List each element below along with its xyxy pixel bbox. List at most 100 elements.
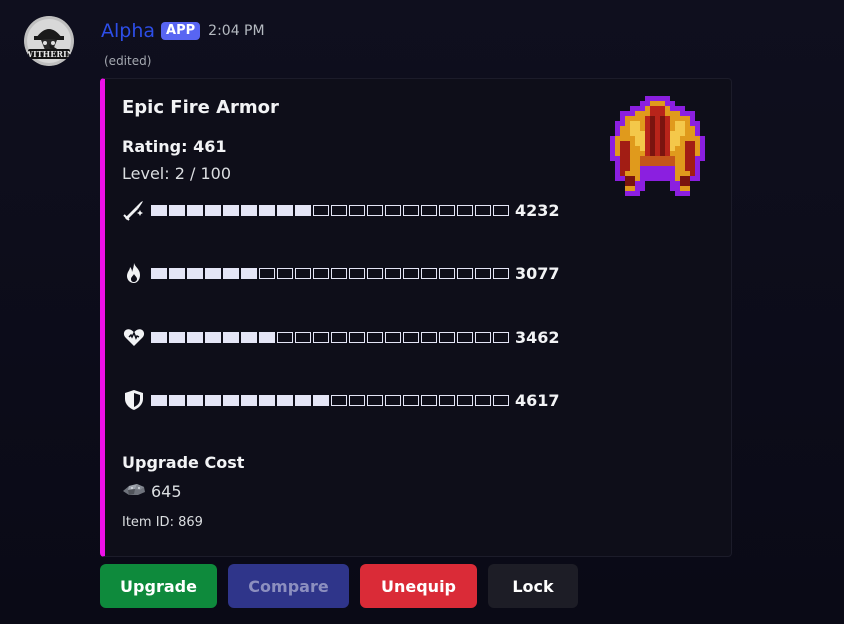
bar-segment-empty: [457, 331, 473, 343]
upgrade-cost-title: Upgrade Cost: [122, 453, 245, 472]
bar-segment-empty: [331, 204, 347, 216]
chat-message: WITHERIN Alpha APP 2:04 PM (edited) Epic…: [0, 0, 844, 624]
bar-segment-filled: [151, 204, 167, 216]
unequip-button[interactable]: Unequip: [360, 564, 477, 608]
bar-segment-empty: [457, 267, 473, 279]
upgrade-button[interactable]: Upgrade: [100, 564, 217, 608]
bar-segment-empty: [457, 204, 473, 216]
action-row: Upgrade Compare Unequip Lock: [100, 564, 578, 608]
bar-segment-empty: [367, 267, 383, 279]
bar-segment-empty: [439, 267, 455, 279]
author-name[interactable]: Alpha: [101, 20, 155, 42]
bar-segment-empty: [331, 331, 347, 343]
bar-segment-filled: [241, 394, 257, 406]
stat-row-defense: 4617: [121, 387, 560, 413]
stat-value: 3462: [515, 327, 560, 347]
bar-segment-filled: [169, 394, 185, 406]
heart-icon: [121, 324, 147, 350]
bar-segment-filled: [205, 331, 221, 343]
bar-segment-filled: [241, 204, 257, 216]
bar-segment-empty: [475, 204, 491, 216]
embed-title: Epic Fire Armor: [122, 97, 279, 118]
bar-segment-empty: [259, 267, 275, 279]
stat-value: 4617: [515, 390, 560, 410]
bar-segment-empty: [277, 267, 293, 279]
fire-icon: [121, 260, 147, 286]
compare-button[interactable]: Compare: [228, 564, 349, 608]
bar-segment-filled: [169, 204, 185, 216]
bar-segment-empty: [403, 204, 419, 216]
bar-segment-filled: [205, 204, 221, 216]
svg-text:WITHERIN: WITHERIN: [24, 49, 74, 59]
fire-armor-icon: [610, 96, 705, 196]
bar-segment-empty: [439, 394, 455, 406]
bar-segment-empty: [313, 204, 329, 216]
bar-segment-filled: [187, 394, 203, 406]
bar-segment-empty: [421, 331, 437, 343]
stat-bar: [151, 394, 509, 406]
bar-segment-empty: [493, 331, 509, 343]
bar-segment-empty: [349, 394, 365, 406]
timestamp[interactable]: 2:04 PM: [208, 23, 264, 39]
item-level: Level: 2 / 100: [122, 164, 231, 183]
bar-segment-empty: [421, 204, 437, 216]
bar-segment-filled: [241, 331, 257, 343]
bar-segment-empty: [475, 267, 491, 279]
shield-icon: [121, 387, 147, 413]
stat-row-fire: 3077: [121, 260, 560, 286]
bar-segment-filled: [151, 267, 167, 279]
bar-segment-filled: [169, 331, 185, 343]
bar-segment-empty: [331, 267, 347, 279]
bar-segment-empty: [385, 394, 401, 406]
bar-segment-filled: [277, 394, 293, 406]
bar-segment-filled: [277, 204, 293, 216]
bar-segment-empty: [313, 331, 329, 343]
bar-segment-empty: [331, 394, 347, 406]
bar-segment-empty: [421, 394, 437, 406]
stat-row-attack: 4232: [121, 197, 560, 223]
bar-segment-empty: [421, 267, 437, 279]
bar-segment-empty: [277, 331, 293, 343]
bar-segment-empty: [439, 204, 455, 216]
ore-icon: [121, 480, 147, 502]
stat-bar: [151, 204, 509, 216]
bar-segment-empty: [349, 267, 365, 279]
bar-segment-filled: [205, 267, 221, 279]
bar-segment-empty: [313, 267, 329, 279]
bar-segment-filled: [187, 204, 203, 216]
bar-segment-filled: [259, 394, 275, 406]
bar-segment-filled: [205, 394, 221, 406]
bar-segment-empty: [385, 267, 401, 279]
bar-segment-filled: [313, 394, 329, 406]
bar-segment-filled: [223, 267, 239, 279]
bar-segment-filled: [151, 331, 167, 343]
bar-segment-filled: [223, 394, 239, 406]
bar-segment-empty: [475, 394, 491, 406]
bar-segment-empty: [385, 331, 401, 343]
bar-segment-empty: [367, 204, 383, 216]
sword-sparkle-icon: [121, 197, 147, 223]
bar-segment-empty: [367, 331, 383, 343]
bar-segment-empty: [403, 331, 419, 343]
edited-label: (edited): [104, 54, 152, 68]
stat-bar: [151, 267, 509, 279]
bar-segment-filled: [223, 331, 239, 343]
bar-segment-filled: [259, 331, 275, 343]
bar-segment-empty: [349, 204, 365, 216]
app-badge: APP: [161, 22, 201, 40]
stat-value: 4232: [515, 200, 560, 220]
item-rating: Rating: 461: [122, 137, 227, 156]
bar-segment-empty: [439, 331, 455, 343]
bar-segment-empty: [403, 267, 419, 279]
bar-segment-filled: [295, 204, 311, 216]
bar-segment-empty: [349, 331, 365, 343]
plague-doctor-logo-icon: WITHERIN: [24, 16, 74, 66]
bar-segment-empty: [295, 331, 311, 343]
bar-segment-filled: [223, 204, 239, 216]
upgrade-cost-value: 645: [151, 481, 182, 501]
avatar[interactable]: WITHERIN: [24, 16, 74, 66]
bar-segment-filled: [169, 267, 185, 279]
item-embed: Epic Fire Armor Rating: 461 Level: 2 / 1…: [100, 78, 732, 557]
bar-segment-filled: [241, 267, 257, 279]
lock-button[interactable]: Lock: [488, 564, 578, 608]
